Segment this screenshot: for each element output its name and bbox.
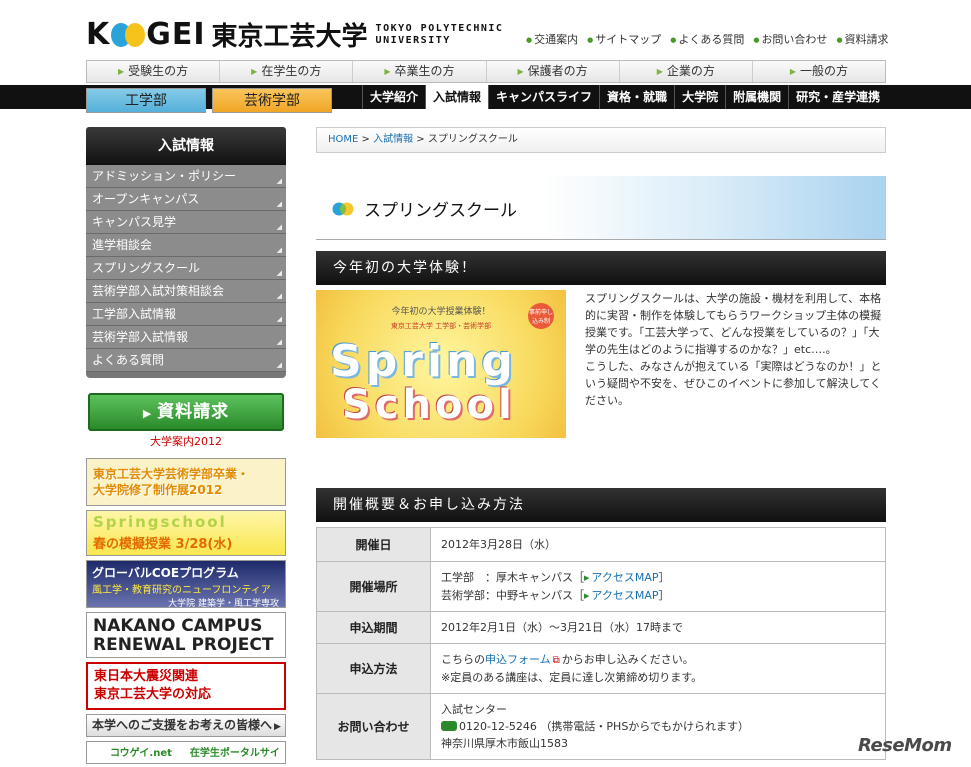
sidebar-item-spring-school[interactable]: スプリングスクール <box>86 257 286 280</box>
main-nav: 大学紹介 入試情報 キャンパスライフ 資格・就職 大学院 附属機関 研究・産学連… <box>362 85 887 109</box>
row-value-contact: 入試センター 0120-12-5246 （携帯電話・PHSからでもかけられます）… <box>430 693 886 760</box>
banner-graduation-exhibition[interactable]: 東京工芸大学芸術学部卒業・ 大学院修了制作展2012 <box>86 458 286 506</box>
main-nav-graduate[interactable]: 大学院 <box>674 85 725 109</box>
row-label-contact: お問い合わせ <box>316 693 431 760</box>
tab-arts[interactable]: 芸術学部 <box>212 88 332 113</box>
sidebar-item-campus-tour[interactable]: キャンパス見学 <box>86 211 286 234</box>
table-row: 開催場所 工学部 ：厚木キャンパス［アクセスMAP］ 芸術学部：中野キャンパス［… <box>316 561 886 612</box>
application-form-link[interactable]: 申込フォーム <box>485 653 551 666</box>
visitor-nav-applicants[interactable]: 受験生の方 <box>87 61 221 82</box>
event-info-table: 開催日 2012年3月28日（水） 開催場所 工学部 ：厚木キャンパス［アクセス… <box>316 527 886 760</box>
banner-earthquake-response[interactable]: 東日本大震災関連 東京工芸大学の対応 <box>86 662 286 710</box>
table-row: 申込方法 こちらの申込フォーム ⧉ からお申し込みください。 ※定員のある講座は、定… <box>316 643 886 694</box>
external-window-icon: ⧉ <box>552 655 560 666</box>
request-materials-caption: 大学案内2012 <box>150 435 222 448</box>
row-value-period: 2012年2月1日（水）～3月21日（水）17時まで <box>430 611 886 644</box>
page-title-banner: スプリングスクール <box>316 176 886 240</box>
table-row: お問い合わせ 入試センター 0120-12-5246 （携帯電話・PHSからでも… <box>316 693 886 760</box>
free-dial-icon <box>441 721 457 731</box>
resemom-watermark: ReseMom <box>858 735 952 756</box>
sidebar-item-consultation[interactable]: 進学相談会 <box>86 234 286 257</box>
tab-engineering[interactable]: 工学部 <box>86 88 206 113</box>
sidebar-title: 入試情報 <box>86 127 286 165</box>
request-materials-button[interactable]: ▶ 資料請求 <box>88 393 284 431</box>
intro-text: スプリングスクールは、大学の施設・機材を利用して、本格的に実習・制作を体験しても… <box>585 292 882 407</box>
sidebar-item-arts-exam-info[interactable]: 芸術学部入試情報 <box>86 326 286 349</box>
visitor-nav-students[interactable]: 在学生の方 <box>220 61 354 82</box>
logo-koogei: K GEI <box>86 17 206 52</box>
triangle-right-icon: ▶ <box>274 722 281 732</box>
access-map-link-atsugi[interactable]: アクセスMAP <box>584 571 659 584</box>
main-nav-admissions[interactable]: 入試情報 <box>425 85 489 109</box>
visitor-nav: 受験生の方 在学生の方 卒業生の方 保護者の方 企業の方 一般の方 <box>86 60 886 83</box>
sidebar-item-arts-exam-consult[interactable]: 芸術学部入試対策相談会 <box>86 280 286 303</box>
sidebar-menu: アドミッション・ポリシー オープンキャンパス キャンパス見学 進学相談会 スプリ… <box>86 165 286 378</box>
banner-support[interactable]: 本学へのご支援をお考えの皆様へ ▶ <box>86 714 286 737</box>
logo-dots-icon <box>332 202 354 216</box>
visitor-nav-alumni[interactable]: 卒業生の方 <box>353 61 487 82</box>
main-nav-about[interactable]: 大学紹介 <box>362 85 425 109</box>
section-heading-overview: 開催概要＆お申し込み方法 <box>316 488 886 522</box>
table-row: 申込期間 2012年2月1日（水）～3月21日（水）17時まで <box>316 611 886 644</box>
banner-kougei-net[interactable]: コウゲイ.net在学生ポータルサイト <box>86 741 286 764</box>
main-nav-research[interactable]: 研究・産学連携 <box>788 85 887 109</box>
breadcrumb-admissions[interactable]: 入試情報 <box>373 134 413 145</box>
util-link-access[interactable]: 交通案内 <box>526 31 578 47</box>
util-link-contact[interactable]: お問い合わせ <box>753 31 827 47</box>
sidebar-item-admission-policy[interactable]: アドミッション・ポリシー <box>86 165 286 188</box>
util-link-faq[interactable]: よくある質問 <box>670 31 744 47</box>
utility-links: 交通案内 サイトマップ よくある質問 お問い合わせ 資料請求 <box>526 31 889 47</box>
logo-oo-icon <box>111 22 146 47</box>
row-value-method: こちらの申込フォーム ⧉ からお申し込みください。 ※定員のある講座は、定員に達し次… <box>430 643 886 694</box>
util-link-sitemap[interactable]: サイトマップ <box>587 31 661 47</box>
sidebar-item-eng-exam-info[interactable]: 工学部入試情報 <box>86 303 286 326</box>
row-label-venue: 開催場所 <box>316 561 431 612</box>
main-nav-facilities[interactable]: 附属機関 <box>725 85 788 109</box>
logo-japanese-name: 東京工芸大学 <box>211 22 368 52</box>
visitor-nav-parents[interactable]: 保護者の方 <box>487 61 620 82</box>
sidebar-item-open-campus[interactable]: オープンキャンパス <box>86 188 286 211</box>
visitor-nav-public[interactable]: 一般の方 <box>753 61 885 82</box>
util-link-request[interactable]: 資料請求 <box>836 31 889 47</box>
main-nav-career[interactable]: 資格・就職 <box>599 85 674 109</box>
logo-english-name: TOKYO POLYTECHNIC UNIVERSITY <box>375 22 504 46</box>
breadcrumb-current: スプリングスクール <box>427 134 518 145</box>
promo-badge: 事前申し込み制 <box>528 303 554 329</box>
spring-school-promo-image: 今年初の大学授業体験！ 東京工芸大学 工学部・芸術学部 事前申し込み制 Spri… <box>316 290 566 438</box>
banner-global-coe[interactable]: グローバルCOEプログラム 風工学・教育研究のニューフロンティア 大学院 建築学… <box>86 560 286 608</box>
breadcrumb: HOME > 入試情報 > スプリングスクール <box>316 127 886 153</box>
row-label-method: 申込方法 <box>316 643 431 694</box>
sidebar-item-faq[interactable]: よくある質問 <box>86 349 286 372</box>
visitor-nav-companies[interactable]: 企業の方 <box>620 61 753 82</box>
arrow-right-icon: ▶ <box>142 407 158 420</box>
banner-nakano-campus[interactable]: NAKANO CAMPUS RENEWAL PROJECT <box>86 612 286 658</box>
section-heading-first-experience: 今年初の大学体験！ <box>316 251 886 285</box>
table-row: 開催日 2012年3月28日（水） <box>316 527 886 562</box>
banner-spring-school[interactable]: Springschool 春の模擬授業 3/28(水) <box>86 510 286 556</box>
university-logo[interactable]: K GEI 東京工芸大学 TOKYO POLYTECHNIC UNIVERSIT… <box>86 16 503 53</box>
page-title: スプリングスクール <box>364 201 517 221</box>
row-label-date: 開催日 <box>316 527 431 562</box>
row-value-date: 2012年3月28日（水） <box>430 527 886 562</box>
row-label-period: 申込期間 <box>316 611 431 644</box>
main-nav-campus-life[interactable]: キャンパスライフ <box>488 85 599 109</box>
breadcrumb-home[interactable]: HOME <box>328 134 358 145</box>
row-value-venue: 工学部 ：厚木キャンパス［アクセスMAP］ 芸術学部：中野キャンパス［アクセスM… <box>430 561 886 612</box>
access-map-link-nakano[interactable]: アクセスMAP <box>584 589 659 602</box>
